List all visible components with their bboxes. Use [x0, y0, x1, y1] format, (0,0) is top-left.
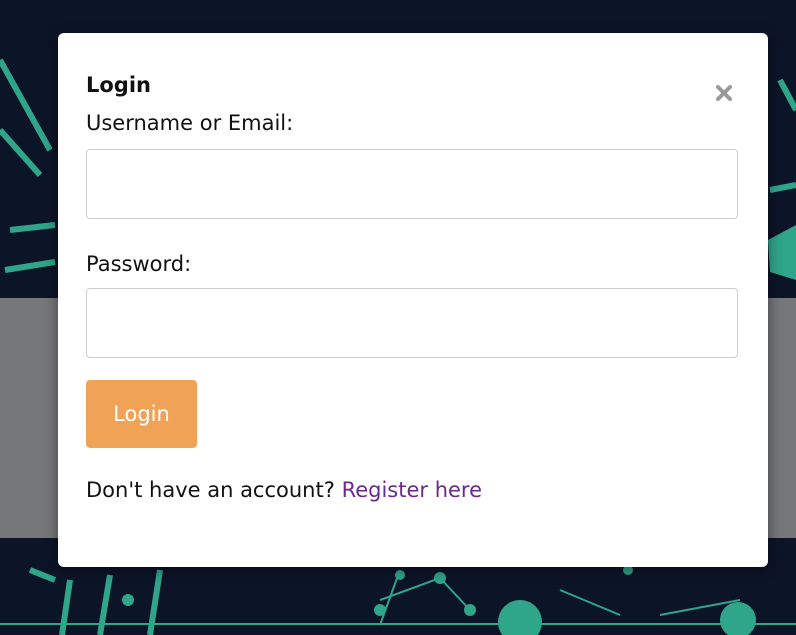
- username-field[interactable]: [86, 149, 738, 219]
- register-prompt-line: Don't have an account? Register here: [86, 478, 482, 502]
- login-button[interactable]: Login: [86, 380, 197, 448]
- password-label: Password:: [86, 252, 192, 276]
- register-prompt-text: Don't have an account?: [86, 478, 335, 502]
- login-modal: Login Username or Email: Password: Login…: [58, 33, 768, 567]
- close-icon[interactable]: [714, 83, 734, 103]
- username-label: Username or Email:: [86, 111, 294, 135]
- register-link[interactable]: Register here: [342, 478, 482, 502]
- modal-title: Login: [86, 73, 151, 97]
- password-field[interactable]: [86, 288, 738, 358]
